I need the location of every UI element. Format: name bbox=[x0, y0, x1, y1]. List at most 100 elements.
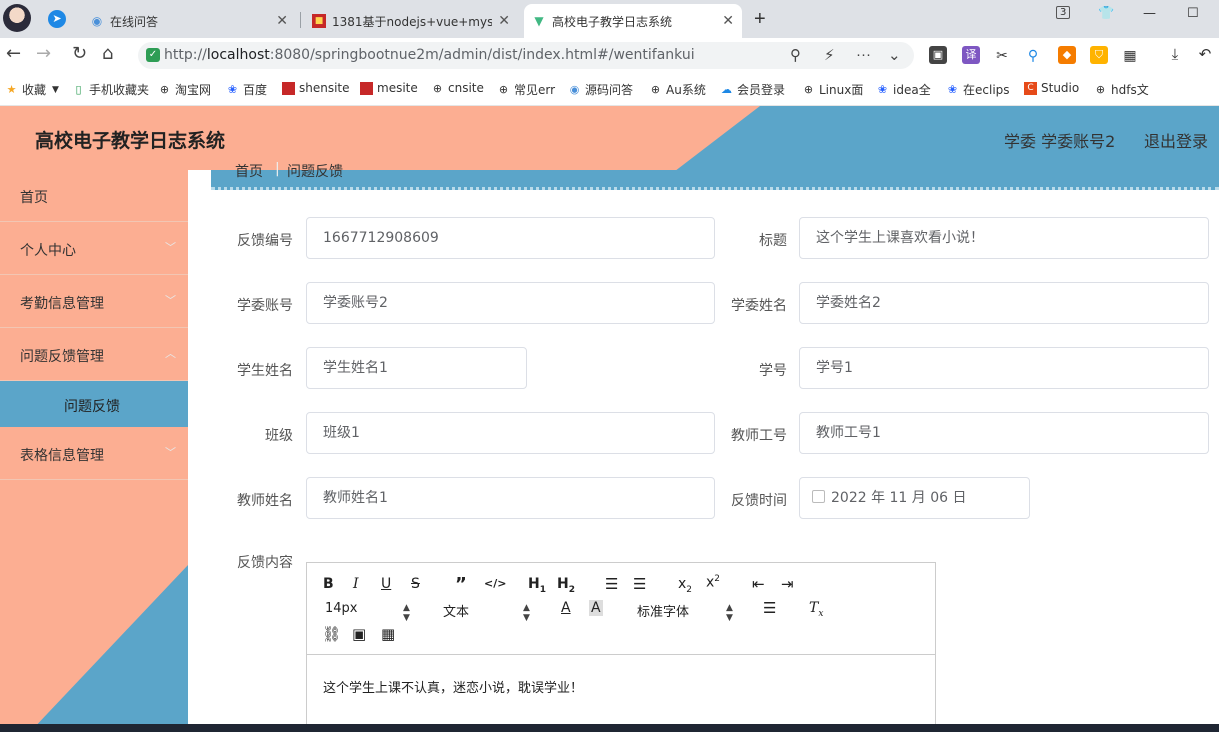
outdent-icon[interactable]: ⇤ bbox=[752, 575, 765, 593]
class-input[interactable]: 班级1 bbox=[306, 412, 715, 454]
logout-button[interactable]: 退出登录 bbox=[1144, 128, 1208, 152]
download-icon[interactable]: ⤓ bbox=[1166, 46, 1184, 64]
fox-extension-icon[interactable]: ◆ bbox=[1058, 46, 1076, 64]
globe-icon: ⊕ bbox=[650, 83, 661, 96]
superscript-icon[interactable]: x2 bbox=[706, 574, 720, 591]
clear-format-icon[interactable]: Tx bbox=[809, 600, 823, 619]
title-input[interactable]: 这个学生上课喜欢看小说！ bbox=[799, 217, 1209, 259]
font-color-icon[interactable]: A bbox=[561, 600, 571, 616]
paragraph-style-select[interactable]: 文本 ▲ ▼ bbox=[443, 601, 533, 623]
lightning-icon[interactable]: ⚡ bbox=[824, 46, 835, 64]
image-icon[interactable]: ▣ bbox=[352, 625, 366, 643]
blockquote-icon[interactable]: ” bbox=[455, 574, 467, 595]
bookmark-item[interactable]: ▯ 手机收藏夹 bbox=[72, 81, 149, 98]
strikethrough-icon[interactable]: S bbox=[411, 576, 420, 592]
committee-name-input[interactable]: 学委姓名2 bbox=[799, 282, 1209, 324]
star-icon: ★ bbox=[6, 83, 17, 96]
home-icon[interactable]: ⌂ bbox=[102, 43, 113, 64]
browser-tab-1[interactable]: ◉ 在线问答 ✕ bbox=[82, 4, 296, 38]
browser-tab-bar: ➤ ◉ 在线问答 ✕ ■ 1381基于nodejs+vue+mysql ✕ ▼ … bbox=[0, 0, 1219, 38]
profile-avatar[interactable] bbox=[3, 4, 31, 32]
indent-icon[interactable]: ⇥ bbox=[781, 575, 794, 593]
student-name-select[interactable]: 学生姓名1 bbox=[306, 347, 527, 389]
close-icon[interactable]: ✕ bbox=[276, 13, 288, 29]
chevron-down-icon[interactable]: ⌄ bbox=[888, 46, 901, 64]
bold-icon[interactable]: B bbox=[323, 576, 334, 592]
align-icon[interactable]: ☰ bbox=[763, 599, 776, 617]
browser-tab-2[interactable]: ■ 1381基于nodejs+vue+mysql ✕ bbox=[304, 4, 518, 38]
feedback-no-input[interactable]: 1667712908609 bbox=[306, 217, 715, 259]
teacher-no-input[interactable]: 教师工号1 bbox=[799, 412, 1209, 454]
breadcrumb-home[interactable]: 首页 bbox=[235, 161, 263, 181]
close-icon[interactable]: ✕ bbox=[722, 13, 734, 29]
bookmark-item[interactable]: ⊕ hdfs文 bbox=[1094, 81, 1149, 98]
underline-icon[interactable]: U bbox=[381, 576, 391, 592]
bookmark-item[interactable]: ❀ 在eclips bbox=[946, 81, 1010, 98]
bookmark-item[interactable]: mesite bbox=[360, 81, 418, 95]
student-no-input[interactable]: 学号1 bbox=[799, 347, 1209, 389]
bookmark-item[interactable]: ⊕ 淘宝网 bbox=[158, 81, 211, 98]
forward-arrow-icon[interactable]: → bbox=[36, 43, 51, 64]
shirt-icon[interactable]: 👕 bbox=[1098, 6, 1114, 21]
bullet-list-icon[interactable]: ☰ bbox=[633, 575, 646, 593]
bookmark-item[interactable]: ☁ 会员登录 bbox=[720, 81, 785, 98]
background-color-icon[interactable]: A bbox=[589, 600, 603, 616]
ordered-list-icon[interactable]: ☰ bbox=[605, 575, 618, 593]
sidebar-item-label: 问题反馈管理 bbox=[20, 349, 104, 365]
editor-content[interactable]: 这个学生上课不认真，迷恋小说，耽误学业！ bbox=[323, 677, 583, 696]
bookmark-item[interactable]: shensite bbox=[282, 81, 350, 95]
feedback-time-datepicker[interactable]: 2022 年 11 月 06 日 bbox=[799, 477, 1030, 519]
title-label: 标题 bbox=[759, 233, 787, 249]
bookmark-item[interactable]: ⊕ Linux面 bbox=[802, 81, 863, 98]
sidebar-item-personal-center[interactable]: 个人中心 ﹀ bbox=[0, 223, 188, 275]
scissors-icon[interactable]: ✂ bbox=[993, 46, 1011, 64]
font-size-select[interactable]: 14px ▲ ▼ bbox=[325, 601, 415, 623]
bookmark-item[interactable]: C Studio bbox=[1024, 81, 1079, 95]
zoom-search-icon[interactable]: ⚲ bbox=[790, 46, 801, 64]
undo-icon[interactable]: ↶ bbox=[1196, 46, 1214, 64]
bookmark-favorites[interactable]: ★ 收藏 ▼ bbox=[5, 81, 59, 98]
browser-logo-icon[interactable]: ➤ bbox=[48, 10, 66, 28]
more-dots-icon[interactable]: ··· bbox=[856, 46, 871, 63]
bookmark-item[interactable]: ⊕ Au系统 bbox=[649, 81, 706, 98]
current-user: 学委 学委账号2 bbox=[1004, 132, 1116, 151]
sidebar-subitem-feedback[interactable]: 问题反馈 bbox=[0, 381, 188, 427]
new-tab-plus-icon[interactable]: + bbox=[754, 8, 766, 31]
code-block-icon[interactable]: </> bbox=[484, 577, 506, 590]
heading-2-icon[interactable]: H2 bbox=[557, 576, 575, 595]
translate-icon[interactable]: 译 bbox=[962, 46, 980, 64]
sidebar-item-table-info[interactable]: 表格信息管理 ﹀ bbox=[0, 428, 188, 480]
reader-icon[interactable]: ▣ bbox=[929, 46, 947, 64]
bookmark-item[interactable]: ◉ 源码问答 bbox=[568, 81, 633, 98]
shield-extension-icon[interactable]: ⛉ bbox=[1090, 46, 1108, 64]
bookmark-item[interactable]: ⊕ cnsite bbox=[431, 81, 484, 95]
chevron-down-icon: ﹀ bbox=[165, 294, 176, 307]
heading-1-icon[interactable]: H1 bbox=[528, 576, 546, 595]
subscript-icon[interactable]: x2 bbox=[678, 576, 692, 595]
teacher-name-input[interactable]: 教师姓名1 bbox=[306, 477, 715, 519]
reload-icon[interactable]: ↻ bbox=[72, 43, 87, 64]
maximize-icon[interactable]: ☐ bbox=[1187, 6, 1199, 21]
sidebar-item-home[interactable]: 首页 bbox=[0, 170, 188, 222]
content-label: 反馈内容 bbox=[237, 555, 293, 571]
bookmark-item[interactable]: ⊕ 常见err bbox=[497, 81, 555, 98]
tab-count-badge[interactable]: 3 bbox=[1056, 6, 1071, 19]
font-family-select[interactable]: 标准字体 ▲ ▼ bbox=[637, 601, 737, 623]
italic-icon[interactable]: I bbox=[353, 576, 359, 592]
back-arrow-icon[interactable]: ← bbox=[6, 43, 21, 64]
apps-grid-icon[interactable]: ▦ bbox=[1121, 46, 1139, 64]
magnifier-icon[interactable]: ⚲ bbox=[1024, 46, 1042, 64]
url-field[interactable]: ✓ http://localhost:8080/springbootnue2m/… bbox=[138, 42, 914, 69]
committee-account-input[interactable]: 学委账号2 bbox=[306, 282, 715, 324]
link-icon[interactable]: ⛓ bbox=[322, 625, 341, 643]
minimize-icon[interactable]: — bbox=[1143, 6, 1156, 21]
sidebar-item-feedback-management[interactable]: 问题反馈管理 ︿ bbox=[0, 329, 188, 381]
tab-title: 在线问答 bbox=[110, 14, 159, 29]
close-icon[interactable]: ✕ bbox=[498, 13, 510, 29]
bookmark-item[interactable]: ❀ 百度 bbox=[226, 81, 267, 98]
browser-tab-3-active[interactable]: ▼ 高校电子教学日志系统 ✕ bbox=[524, 4, 742, 38]
bookmark-item[interactable]: ❀ idea全 bbox=[876, 81, 931, 98]
editor-toolbar: B I U S ” </> H1 H2 ☰ ☰ x2 x2 ⇤ ⇥ 14px ▲ ▼… bbox=[307, 563, 935, 655]
video-icon[interactable]: ▦ bbox=[381, 625, 395, 643]
sidebar-item-attendance[interactable]: 考勤信息管理 ﹀ bbox=[0, 276, 188, 328]
